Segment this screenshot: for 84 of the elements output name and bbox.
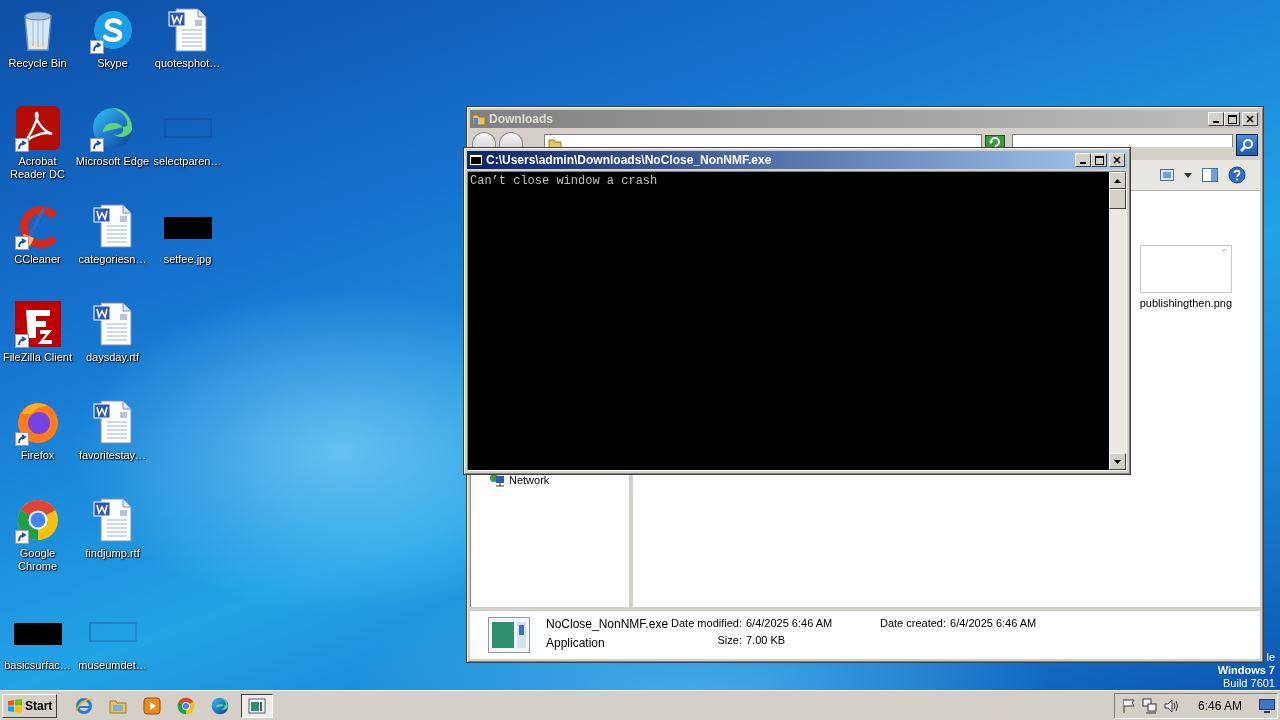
window-title: C:\Users\admin\Downloads\NoClose_NonNMF.exe [486,153,772,167]
field-value: 6/4/2025 6:46 AM [746,617,833,629]
file-name[interactable]: publishingthen.png [1139,297,1232,309]
desktop-icon-label[interactable]: quotesphot… [154,57,221,70]
desktop-icon-label[interactable]: daysday.rtf [86,351,139,364]
field-label: Date created: [880,617,947,629]
refresh-button[interactable] [985,135,1005,147]
show-desktop-button[interactable] [1259,698,1277,713]
file-type: Application [546,636,606,650]
window-icon [247,695,268,716]
address-bar[interactable] [543,134,983,147]
preview-pane-button[interactable] [1202,168,1218,182]
desktop-icon-label[interactable]: FileZilla Client [2,351,73,364]
minimize-button[interactable] [1075,153,1091,167]
forward-button[interactable] [498,132,523,147]
console-icon [469,154,483,166]
maximize-icon [1227,114,1237,124]
media-player-icon [142,695,163,716]
scroll-thumb[interactable] [1109,189,1126,209]
os-version-text: Windows 7 [1217,664,1275,677]
maximize-icon [1094,155,1104,165]
folder-icon [472,112,486,126]
desktop-icon-label[interactable]: Acrobat Reader DC [0,155,75,181]
desktop-icon-label[interactable]: Microsoft Edge [75,155,150,168]
pane-icon [1202,168,1218,182]
desktop-icon-label[interactable]: Recycle Bin [8,57,67,70]
view-options-button[interactable] [1184,172,1192,178]
os-version-text: le [1266,651,1275,664]
desktop-icon-label[interactable]: findjump.rtf [85,547,140,560]
view-icon [1160,169,1174,181]
nav-item[interactable]: Network [471,473,629,487]
browser-icon [210,695,231,716]
desktop-icon-label[interactable]: favoritestay… [78,449,147,462]
image-thumbnail-icon [1139,245,1232,293]
taskbar-button[interactable] [241,693,274,718]
help-icon [1228,166,1246,184]
browser-icon [176,695,197,716]
desktop-icon-label[interactable]: setfee.jpg [163,253,212,266]
help-button[interactable] [1228,166,1246,184]
network-icon [489,473,505,487]
close-icon [1246,115,1254,123]
desktop-icon-label[interactable]: basicsurfac… [4,659,71,672]
pdf-reader-icon [13,104,62,152]
field-value: 7.00 KB [746,634,786,646]
view-button[interactable] [1160,169,1174,181]
clock[interactable]: 6:46 AM [1197,698,1242,713]
file-name: NoClose_NonNMF.exe [546,617,670,631]
close-button[interactable] [1109,153,1125,167]
desktop-icon-label[interactable]: Firefox [20,449,55,462]
maximize-button[interactable] [1224,112,1240,126]
application-icon [488,617,530,653]
search-icon [1240,138,1255,152]
close-button[interactable] [1242,112,1258,126]
window-title: Downloads [489,112,553,126]
desktop-icon-label[interactable]: CCleaner [14,253,61,266]
desktop-icon-label[interactable]: categoriesn… [78,253,147,266]
search-button[interactable] [1236,134,1258,156]
scroll-down-icon [1114,459,1121,464]
os-version-text: Build 7601 [1223,677,1275,690]
network-icon [1141,697,1158,714]
field-label: Size: [716,634,742,646]
desktop-icon-label[interactable]: Skype [97,57,128,70]
minimize-button[interactable] [1208,112,1224,126]
field-label: Date modified: [670,617,742,629]
console-text: Can’t close window a crash [470,174,659,188]
dropdown-caret-icon [1184,172,1192,178]
windows-logo-icon [7,697,23,714]
search-field[interactable] [1011,134,1234,147]
speaker-icon [1162,697,1179,714]
start-button[interactable]: Start [2,693,58,718]
refresh-icon [989,136,1001,147]
scroll-up-icon [1114,178,1121,183]
close-icon [1113,156,1121,164]
desktop-icon-label[interactable]: museumdet… [78,659,147,672]
field-value: 6/4/2025 6:46 AM [950,617,1037,629]
flag-icon [1120,697,1137,714]
desktop-icon-label[interactable]: Google Chrome [0,547,75,573]
back-button[interactable] [472,132,496,147]
ftp-client-icon [13,300,62,348]
maximize-button[interactable] [1091,153,1107,167]
monitor-icon [1259,698,1275,713]
desktop-icon-label[interactable]: selectparen… [153,155,222,168]
scrollbar[interactable] [1109,172,1126,470]
browser-icon [74,695,95,716]
